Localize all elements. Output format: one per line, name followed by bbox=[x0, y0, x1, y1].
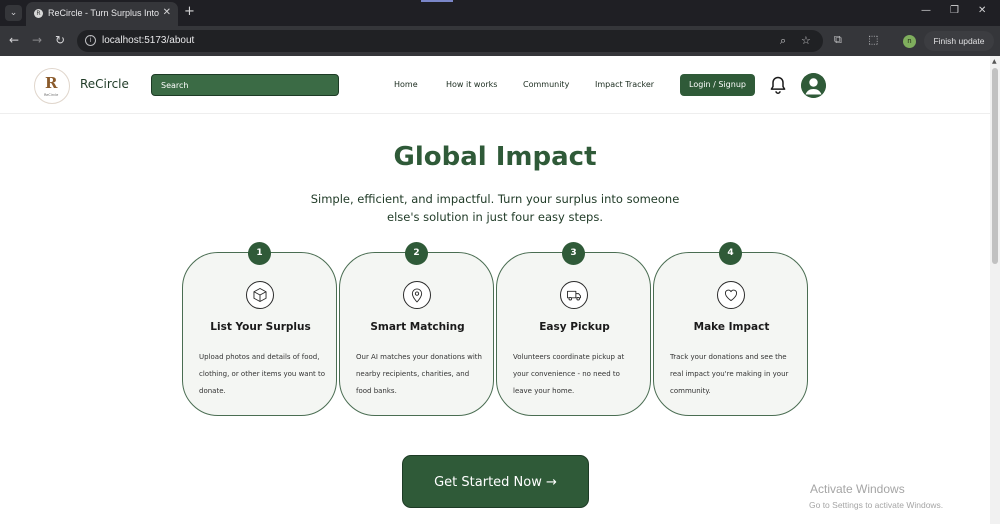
nav-how-it-works[interactable]: How it works bbox=[446, 80, 497, 89]
tab-search-button[interactable]: ⌄ bbox=[5, 5, 22, 21]
minimize-icon[interactable]: — bbox=[921, 5, 931, 16]
step-title: Smart Matching bbox=[370, 321, 465, 333]
step-number-badge: 3 bbox=[562, 242, 585, 265]
zoom-icon[interactable]: ⌕ bbox=[780, 34, 786, 48]
page-title: Global Impact bbox=[393, 142, 597, 172]
address-bar[interactable]: i localhost:5173/about ⌕ ☆ bbox=[77, 30, 823, 52]
browser-tab-strip: ⌄ R ReCircle - Turn Surplus Into Su ✕ + … bbox=[0, 0, 1000, 26]
scroll-up-arrow-icon[interactable]: ▲ bbox=[992, 58, 997, 65]
maximize-icon[interactable]: ❐ bbox=[950, 5, 959, 16]
step-title: Easy Pickup bbox=[539, 321, 610, 333]
activate-windows-hint: Go to Settings to activate Windows. bbox=[809, 500, 944, 510]
get-started-button[interactable]: Get Started Now → bbox=[402, 455, 589, 508]
tab-strip-indicator bbox=[421, 0, 453, 2]
profile-avatar[interactable]: n bbox=[903, 35, 916, 48]
browser-toolbar: ← → ↻ i localhost:5173/about ⌕ ☆ ⧉ ⬚ bbox=[0, 26, 1000, 56]
scrollbar-thumb[interactable] bbox=[992, 68, 998, 264]
activate-windows-heading: Activate Windows bbox=[810, 482, 905, 496]
address-url[interactable]: localhost:5173/about bbox=[102, 35, 194, 46]
box-icon bbox=[246, 281, 274, 309]
tab-close-icon[interactable]: ✕ bbox=[163, 7, 171, 18]
heart-icon bbox=[717, 281, 745, 309]
browser-tab[interactable]: R ReCircle - Turn Surplus Into Su ✕ bbox=[26, 2, 178, 26]
step-number-badge: 1 bbox=[248, 242, 271, 265]
window-close-icon[interactable]: ✕ bbox=[978, 5, 986, 16]
step-number-badge: 2 bbox=[405, 242, 428, 265]
step-description: Our AI matches your donations with nearb… bbox=[356, 353, 482, 395]
step-number-badge: 4 bbox=[719, 242, 742, 265]
tab-capture-icon[interactable]: ⬚ bbox=[868, 33, 878, 46]
page-scrollbar[interactable]: ▲ bbox=[990, 56, 1000, 524]
forward-arrow-icon[interactable]: → bbox=[32, 33, 42, 47]
bell-icon[interactable] bbox=[768, 75, 788, 95]
nav-community[interactable]: Community bbox=[523, 80, 569, 89]
step-title: List Your Surplus bbox=[210, 321, 311, 333]
finish-update-button[interactable]: Finish update bbox=[924, 31, 994, 51]
new-tab-button[interactable]: + bbox=[184, 4, 195, 19]
logo-mark-icon: R bbox=[45, 74, 58, 92]
step-card-3: Easy Pickup Volunteers coordinate pickup… bbox=[496, 252, 651, 416]
nav-home[interactable]: Home bbox=[394, 80, 418, 89]
tab-title: ReCircle - Turn Surplus Into Su bbox=[48, 8, 160, 18]
tab-favicon-icon: R bbox=[34, 9, 43, 18]
site-header: R ReCircle ReCircle Home How it works Co… bbox=[0, 56, 990, 114]
page-viewport: R ReCircle ReCircle Home How it works Co… bbox=[0, 56, 990, 524]
truck-icon bbox=[560, 281, 588, 309]
login-signup-button[interactable]: Login / Signup bbox=[680, 74, 755, 96]
back-arrow-icon[interactable]: ← bbox=[9, 33, 19, 47]
nav-impact-tracker[interactable]: Impact Tracker bbox=[595, 80, 654, 89]
user-avatar-icon[interactable] bbox=[801, 73, 826, 98]
extensions-icon[interactable]: ⧉ bbox=[834, 33, 842, 47]
logo-caption: ReCircle bbox=[44, 93, 59, 97]
recircle-logo[interactable]: R ReCircle bbox=[34, 68, 70, 104]
step-card-1: List Your Surplus Upload photos and deta… bbox=[182, 252, 337, 416]
search-input[interactable] bbox=[151, 74, 339, 96]
brand-name[interactable]: ReCircle bbox=[80, 77, 129, 91]
site-info-icon[interactable]: i bbox=[85, 35, 96, 46]
step-description: Track your donations and see the real im… bbox=[670, 353, 789, 395]
map-pin-icon bbox=[403, 281, 431, 309]
bookmark-star-icon[interactable]: ☆ bbox=[801, 34, 811, 47]
reload-icon[interactable]: ↻ bbox=[55, 33, 65, 47]
page-subtitle: Simple, efficient, and impactful. Turn y… bbox=[310, 192, 680, 224]
step-description: Upload photos and details of food, cloth… bbox=[199, 353, 326, 395]
step-title: Make Impact bbox=[693, 321, 770, 333]
step-card-2: Smart Matching Our AI matches your donat… bbox=[339, 252, 494, 416]
step-card-4: Make Impact Track your donations and see… bbox=[653, 252, 808, 416]
step-description: Volunteers coordinate pickup at your con… bbox=[513, 353, 625, 395]
